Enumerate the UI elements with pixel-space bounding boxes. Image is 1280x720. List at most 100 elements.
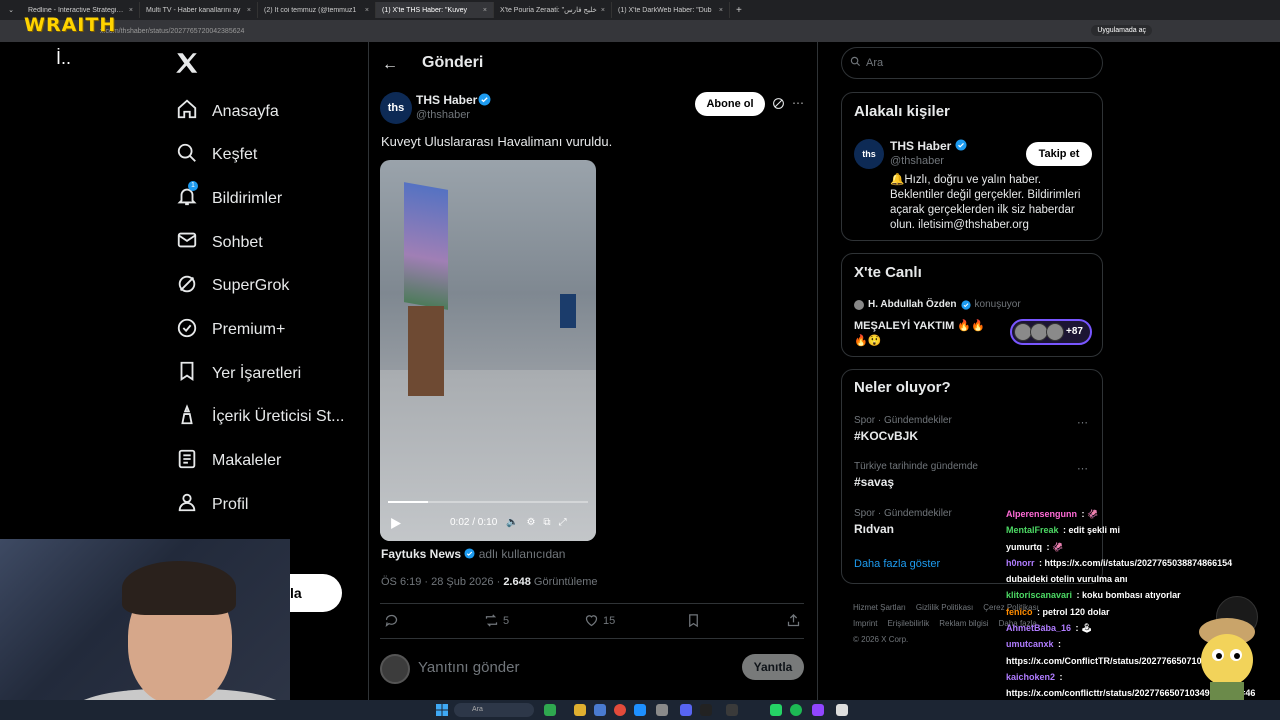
chat-username[interactable]: klitoriscanavari [1006,590,1072,600]
reply-input[interactable]: Yanıtını gönder [418,659,519,676]
browser-tab[interactable]: (1) X'te DarkWeb Haber: "Dub × [612,2,730,18]
trend-item[interactable]: Spor · Gündemdekiler #KOCvBJK [854,415,952,443]
chat-username[interactable]: Alperensengunn [1006,509,1077,519]
taskbar-app-icon[interactable] [726,704,738,716]
video-player[interactable]: 0:02 / 0:10 🔈 ⚙ ⧉ ⤢ [380,160,596,541]
tab-search-icon[interactable]: ⌄ [0,6,22,14]
nav-item-supergrok[interactable]: SuperGrok [176,273,289,300]
back-arrow-icon[interactable]: ← [382,56,398,74]
live-host[interactable]: H. Abdullah Özden konuşuyor [854,299,1021,310]
taskbar-app-icon[interactable] [836,704,848,716]
chat-username[interactable]: AhmetBaba_16 [1006,623,1071,633]
show-more-link[interactable]: Daha fazla göster [854,558,940,570]
relevant-handle[interactable]: @thshaber [890,155,944,167]
taskbar-app-icon[interactable] [700,704,712,716]
chat-username[interactable]: MentalFreak [1006,525,1059,535]
nav-item-premium-[interactable]: Premium+ [176,317,285,344]
close-tab-icon[interactable]: × [365,7,369,14]
x-logo-icon[interactable] [174,50,200,76]
browser-tab[interactable]: X'te Pouria Zeraati: "خلیج فارس × [494,2,612,18]
address-bar[interactable]: x.com/thshaber/status/202776572004238562… [0,20,1280,42]
nav-item-sohbet[interactable]: Sohbet [176,229,263,256]
taskbar-app-icon[interactable] [656,704,668,716]
relevant-avatar[interactable]: ths [854,139,884,169]
close-tab-icon[interactable]: × [719,7,723,14]
repost-action[interactable]: 5 [484,613,509,628]
miniplayer-icon[interactable]: ⧉ [543,517,550,528]
url-text[interactable]: x.com/thshaber/status/202776572004238562… [100,28,244,35]
browser-tab[interactable]: (1) X'te THS Haber: "Kuvey × [376,2,494,18]
taskbar-app-icon[interactable] [544,704,556,716]
reply-avatar[interactable] [380,654,410,684]
trend-item[interactable]: Spor · Gündemdekiler Rıdvan [854,508,952,536]
nav-item-makaleler[interactable]: Makaleler [176,448,281,475]
twitch-icon[interactable] [812,704,824,716]
fullscreen-icon[interactable]: ⤢ [559,517,567,528]
chat-username[interactable]: kaichoken2 [1006,672,1055,682]
nav-item-bildirimler[interactable]: 1 Bildirimler [176,181,282,212]
search-input[interactable]: Ara [841,47,1103,79]
grok-icon[interactable] [772,97,785,110]
play-icon[interactable] [390,518,401,529]
post-actions-bar: 5 15 [380,603,804,639]
stream-overlay-logo: WRAITH [24,14,117,36]
like-action[interactable]: 15 [584,613,615,628]
subscribe-button[interactable]: Abone ol [695,92,765,116]
footer-link[interactable]: © 2026 X Corp. [853,635,908,644]
bookmark-action[interactable] [686,613,701,628]
close-tab-icon[interactable]: × [601,7,605,14]
chat-username[interactable]: yumurtq [1006,542,1042,552]
footer-link[interactable]: Gizlilik Politikası [916,603,973,612]
trend-item[interactable]: Türkiye tarihinde gündemde #savaş [854,461,978,489]
footer-link[interactable]: Imprint [853,619,877,628]
file-explorer-icon[interactable] [574,704,586,716]
chat-username[interactable]: fenico [1006,607,1033,617]
reply-action[interactable] [384,613,399,628]
footer-link[interactable]: Erişilebilirlik [887,619,929,628]
taskbar-search[interactable]: Ara [454,703,534,717]
chat-username[interactable]: h0norr [1006,558,1035,568]
close-tab-icon[interactable]: × [129,7,133,14]
whatsapp-icon[interactable] [770,704,782,716]
spotify-icon[interactable] [790,704,802,716]
relevant-name[interactable]: THS Haber [890,139,967,153]
windows-start-icon[interactable] [436,704,448,716]
discord-icon[interactable] [680,704,692,716]
close-tab-icon[interactable]: × [483,7,487,14]
settings-icon[interactable]: ⚙ [526,517,535,528]
footer-link[interactable]: Hizmet Şartları [853,603,906,612]
trend-more-icon[interactable]: ⋯ [1077,462,1088,475]
new-tab-icon[interactable]: + [730,5,748,16]
author-avatar[interactable]: ths [380,92,412,124]
search-icon [850,56,861,67]
author-name[interactable]: THS Haber [416,93,477,107]
close-tab-icon[interactable]: × [247,7,251,14]
more-options-icon[interactable]: ⋯ [792,96,804,110]
chat-username[interactable]: umutcanxk [1006,639,1054,649]
nav-item-i-çerik-üreticisi-st-[interactable]: İçerik Üreticisi St... [176,404,344,431]
taskbar-app-icon[interactable] [594,704,606,716]
edge-icon[interactable] [634,704,646,716]
listeners-pill[interactable]: +87 [1010,319,1092,345]
nav-item-keşfet[interactable]: Keşfet [176,142,257,169]
share-action[interactable] [786,613,801,628]
video-progress-bar[interactable] [388,501,588,503]
post-timestamp[interactable]: ÖS 6:19 · 28 Şub 2026 · [381,576,503,588]
nav-item-anasayfa[interactable]: Anasayfa [176,98,279,125]
live-spaces-card[interactable]: X'te Canlı H. Abdullah Özden konuşuyor M… [841,253,1103,357]
open-in-app-button[interactable]: Uygulamada aç [1091,25,1152,36]
author-handle[interactable]: @thshaber [416,109,470,121]
footer-link[interactable]: Reklam bilgisi [939,619,988,628]
nav-item-yer-i-şaretleri[interactable]: Yer İşaretleri [176,360,301,387]
reply-button[interactable]: Yanıtla [742,654,804,680]
follow-button[interactable]: Takip et [1026,142,1092,166]
browser-tab[interactable]: Multi TV - Haber kanallarını ay × [140,2,258,18]
trend-more-icon[interactable]: ⋯ [1077,416,1088,429]
chrome-icon[interactable] [614,704,626,716]
browser-tab[interactable]: (2) It coi temmuz (@temmuz1 × [258,2,376,18]
nav-item-profil[interactable]: Profil [176,491,248,518]
tab-label: Redline - Interactive Strategic M [28,6,125,14]
attribution-name[interactable]: Faytuks News [381,547,461,561]
volume-icon[interactable]: 🔈 [506,517,518,528]
nav-item-label: Sohbet [212,233,263,251]
